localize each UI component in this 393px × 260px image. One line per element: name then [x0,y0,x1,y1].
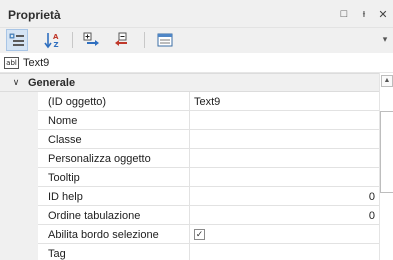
property-value-cell[interactable]: 0 [190,187,379,206]
row-gutter [0,92,38,111]
property-value-cell[interactable]: 0 [190,206,379,225]
property-row-id-help[interactable]: ID help 0 [0,187,379,206]
property-row-ordine-tabulazione[interactable]: Ordine tabulazione 0 [0,206,379,225]
categorized-view-button[interactable] [6,29,28,51]
property-pages-icon [157,33,173,47]
alphabetical-sort-button[interactable]: A Z [42,29,64,51]
expand-all-button[interactable] [80,29,102,51]
scroll-up-arrow-icon[interactable]: ▲ [381,75,393,87]
property-value-cell[interactable] [190,149,379,168]
svg-text:A: A [53,33,59,41]
toolbar-separator [72,32,73,48]
toolbar-overflow-icon[interactable]: ▾ [380,33,390,45]
collapse-all-icon [115,32,127,46]
property-row-abilita-bordo-selezione[interactable]: Abilita bordo selezione ✓ [0,225,379,244]
scrollbar-thumb[interactable] [380,111,393,193]
property-value: 0 [368,191,375,203]
row-gutter [0,206,38,225]
property-name-cell: Tooltip [38,168,190,187]
property-name: (ID oggetto) [48,96,107,108]
svg-text:Z: Z [54,41,59,49]
expand-all-icon [83,32,99,46]
property-row-personalizza-oggetto[interactable]: Personalizza oggetto [0,149,379,168]
object-name: Text9 [23,57,50,69]
property-value-cell[interactable]: ✓ [190,225,379,244]
property-row-tag[interactable]: Tag [0,244,379,260]
pin-icon[interactable]: ᵻ [356,6,372,22]
property-value-cell[interactable] [190,244,379,260]
row-gutter [0,130,38,149]
close-icon[interactable]: ✕ [375,6,391,22]
property-name-cell: Classe [38,130,190,149]
property-name: ID help [48,191,83,203]
property-name: Tooltip [48,172,80,184]
property-name: Abilita bordo selezione [48,229,159,241]
restore-icon[interactable]: □ [336,6,352,22]
property-grid: ∨ Generale (ID oggetto) Text9 Nome Class… [0,73,379,260]
checkbox[interactable]: ✓ [194,229,205,240]
property-name: Ordine tabulazione [48,210,141,222]
toolbar: A Z ▾ [0,28,393,53]
toolbar-separator [144,32,145,48]
row-gutter [0,149,38,168]
property-name: Classe [48,134,82,146]
property-name-cell: Ordine tabulazione [38,206,190,225]
property-row-classe[interactable]: Classe [0,130,379,149]
category-row-generale[interactable]: ∨ Generale [0,74,379,92]
row-gutter [0,111,38,130]
property-name: Personalizza oggetto [48,153,151,165]
property-name-cell: Abilita bordo selezione [38,225,190,244]
object-selector[interactable]: abl Text9 [0,53,393,73]
property-name: Nome [48,115,78,127]
property-name: Tag [48,248,66,260]
property-value-cell[interactable]: Text9 [190,92,379,111]
row-gutter [0,244,38,260]
row-gutter [0,225,38,244]
property-value-cell[interactable] [190,168,379,187]
category-label: Generale [28,77,76,89]
vertical-scrollbar[interactable]: ▲ [379,73,393,260]
row-gutter [0,187,38,206]
row-gutter [0,168,38,187]
property-row-nome[interactable]: Nome [0,111,379,130]
property-name-cell: (ID oggetto) [38,92,190,111]
property-value: Text9 [194,96,221,108]
categorized-view-icon [9,33,24,46]
collapse-all-button[interactable] [112,29,134,51]
panel-titlebar: Proprietà □ ᵻ ✕ [0,0,393,28]
property-value-cell[interactable] [190,130,379,149]
property-value-cell[interactable] [190,111,379,130]
property-pages-button[interactable] [154,29,176,51]
property-name-cell: Personalizza oggetto [38,149,190,168]
property-name-cell: Tag [38,244,190,260]
property-row-tooltip[interactable]: Tooltip [0,168,379,187]
property-value: 0 [368,210,375,222]
textbox-icon: abl [4,57,19,69]
property-name-cell: ID help [38,187,190,206]
property-name-cell: Nome [38,111,190,130]
property-row-id-oggetto[interactable]: (ID oggetto) Text9 [0,92,379,111]
chevron-down-icon[interactable]: ∨ [11,77,21,87]
sort-az-icon: A Z [44,33,59,49]
panel-title: Proprietà [8,8,61,22]
